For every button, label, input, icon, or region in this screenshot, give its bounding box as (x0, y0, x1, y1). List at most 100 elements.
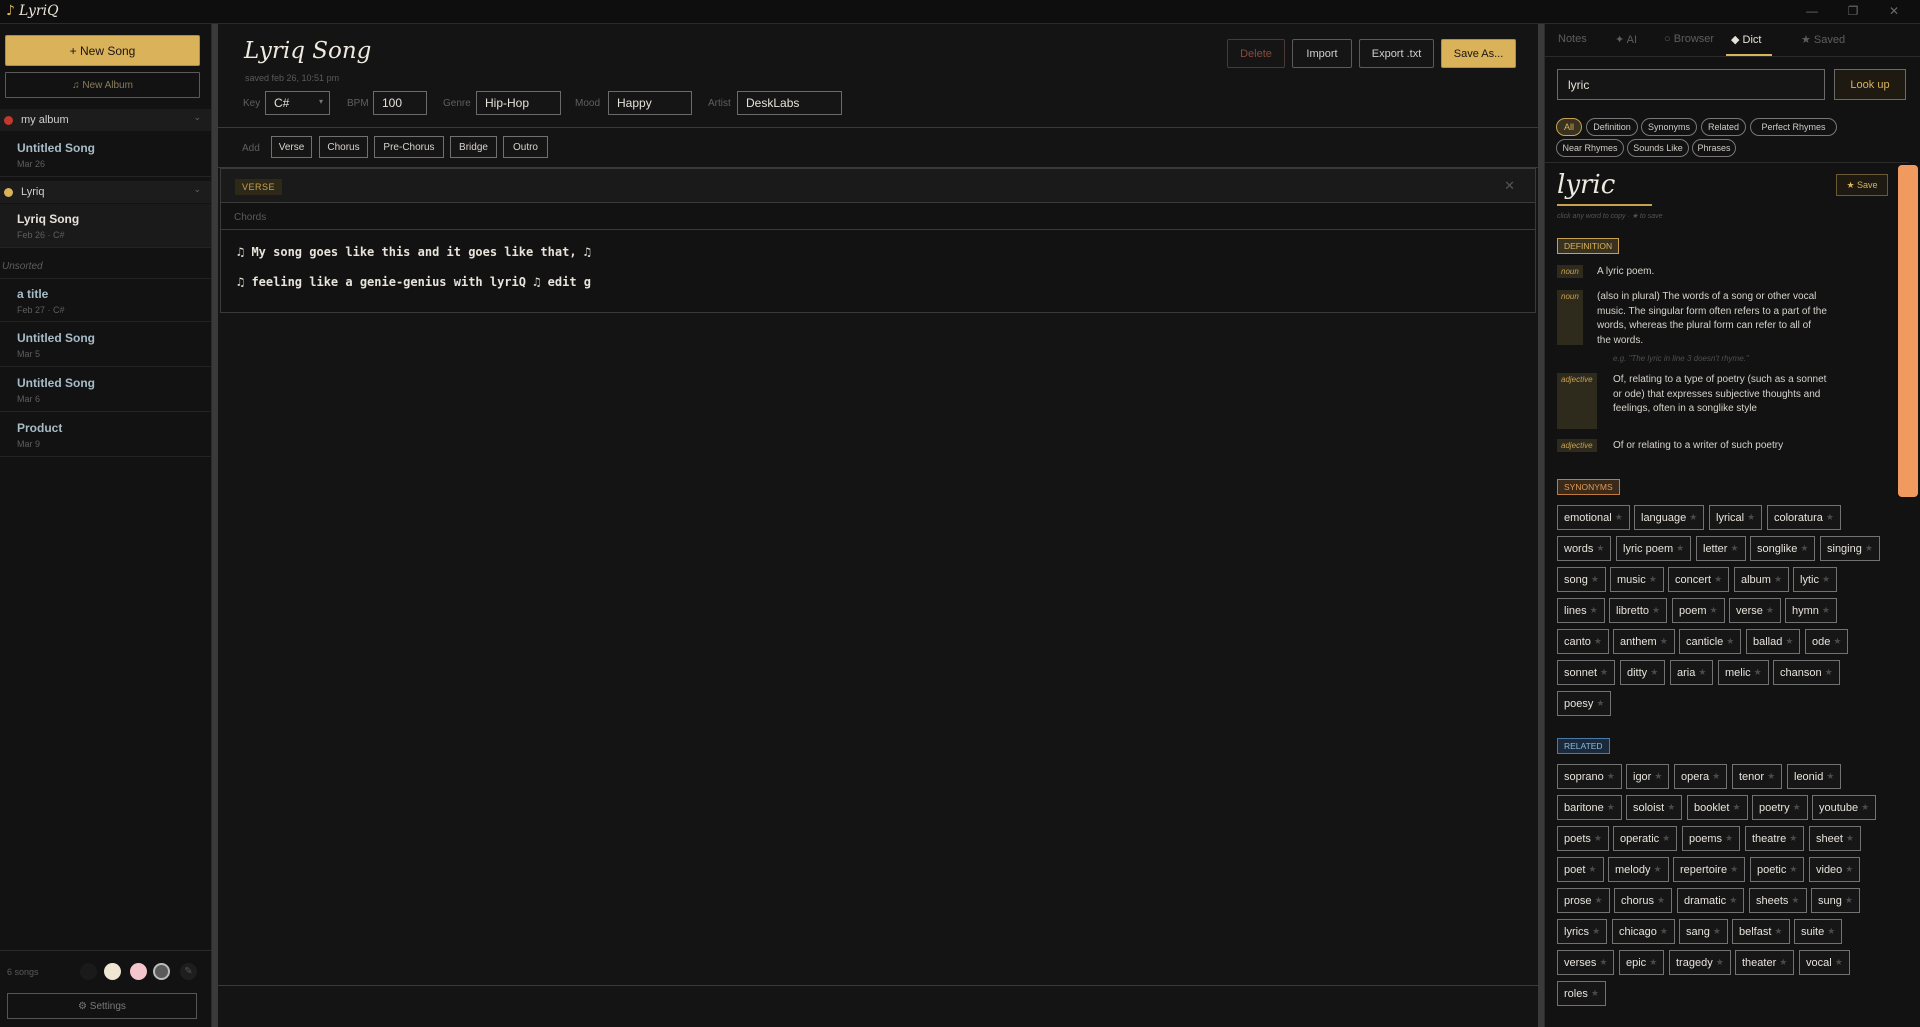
song-item[interactable]: Untitled Song Mar 5 (0, 323, 211, 367)
star-icon[interactable]: ★ (1660, 636, 1668, 647)
delete-button[interactable]: Delete (1227, 39, 1285, 68)
minimize-button[interactable]: — (1803, 2, 1821, 20)
definition-text[interactable]: (also in plural) The words of a song or … (1597, 290, 1827, 348)
close-window-button[interactable]: ✕ (1885, 2, 1903, 20)
related-chip[interactable]: video ★ (1809, 857, 1861, 882)
star-icon[interactable]: ★ (1595, 895, 1603, 906)
synonym-chip[interactable]: lyrical ★ (1709, 505, 1763, 530)
related-chip[interactable]: verses ★ (1557, 950, 1615, 975)
related-chip[interactable]: repertoire ★ (1673, 857, 1746, 882)
definition-text[interactable]: Of, relating to a type of poetry (such a… (1613, 373, 1838, 417)
mood-input[interactable]: Happy (608, 91, 692, 115)
star-icon[interactable]: ★ (1766, 605, 1774, 616)
star-icon[interactable]: ★ (1712, 771, 1720, 782)
synonym-chip[interactable]: album ★ (1734, 567, 1790, 592)
tab-dict[interactable]: ◆ Dict (1731, 33, 1761, 46)
related-chip[interactable]: poetry ★ (1752, 795, 1808, 820)
synonym-chip[interactable]: coloratura ★ (1767, 505, 1841, 530)
star-icon[interactable]: ★ (1822, 605, 1830, 616)
synonym-chip[interactable]: letter ★ (1696, 536, 1746, 561)
look-up-button[interactable]: Look up (1834, 69, 1906, 100)
star-icon[interactable]: ★ (1826, 512, 1834, 523)
star-icon[interactable]: ★ (1600, 667, 1608, 678)
bpm-input[interactable]: 100 (373, 91, 427, 115)
star-icon[interactable]: ★ (1698, 667, 1706, 678)
filter-sounds-like[interactable]: Sounds Like (1627, 139, 1689, 157)
related-chip[interactable]: dramatic ★ (1677, 888, 1745, 913)
chords-input[interactable]: Chords (221, 203, 1535, 230)
star-icon[interactable]: ★ (1785, 636, 1793, 647)
export-txt-button[interactable]: Export .txt (1359, 39, 1434, 68)
star-icon[interactable]: ★ (1615, 512, 1623, 523)
song-item-selected[interactable]: Lyriq Song Feb 26 · C# (0, 204, 211, 248)
star-icon[interactable]: ★ (1660, 926, 1668, 937)
star-icon[interactable]: ★ (1596, 543, 1604, 554)
theme-swatch[interactable] (130, 963, 147, 980)
synonym-chip[interactable]: emotional ★ (1557, 505, 1630, 530)
chevron-down-icon[interactable]: ⌄ (193, 184, 201, 195)
related-chip[interactable]: operatic ★ (1613, 826, 1678, 851)
star-icon[interactable]: ★ (1835, 957, 1843, 968)
synonym-chip[interactable]: sonnet ★ (1557, 660, 1616, 685)
related-chip[interactable]: melody ★ (1608, 857, 1669, 882)
related-chip[interactable]: sang ★ (1679, 919, 1728, 944)
related-chip[interactable]: chorus ★ (1614, 888, 1673, 913)
star-icon[interactable]: ★ (1747, 512, 1755, 523)
synonym-chip[interactable]: song ★ (1557, 567, 1606, 592)
synonym-chip[interactable]: words ★ (1557, 536, 1612, 561)
related-chip[interactable]: sheets ★ (1749, 888, 1807, 913)
star-icon[interactable]: ★ (1710, 605, 1718, 616)
star-icon[interactable]: ★ (1779, 957, 1787, 968)
star-icon[interactable]: ★ (1726, 636, 1734, 647)
star-icon[interactable]: ★ (1716, 957, 1724, 968)
star-icon[interactable]: ★ (1607, 802, 1615, 813)
synonym-chip[interactable]: verse ★ (1729, 598, 1781, 623)
synonym-chip[interactable]: canticle ★ (1679, 629, 1742, 654)
filter-near-rhymes[interactable]: Near Rhymes (1556, 139, 1624, 157)
related-chip[interactable]: prose ★ (1557, 888, 1610, 913)
star-icon[interactable]: ★ (1676, 543, 1684, 554)
star-icon[interactable]: ★ (1596, 698, 1604, 709)
close-icon[interactable]: ✕ (1504, 178, 1515, 194)
star-icon[interactable]: ★ (1754, 667, 1762, 678)
star-icon[interactable]: ★ (1591, 988, 1599, 999)
filter-definition[interactable]: Definition (1586, 118, 1638, 136)
synonym-chip[interactable]: canto ★ (1557, 629, 1609, 654)
song-item[interactable]: Product Mar 9 (0, 413, 211, 457)
related-chip[interactable]: suite ★ (1794, 919, 1843, 944)
star-icon[interactable]: ★ (1689, 512, 1697, 523)
related-chip[interactable]: baritone ★ (1557, 795, 1622, 820)
related-chip[interactable]: theater ★ (1735, 950, 1795, 975)
chevron-down-icon[interactable]: ⌄ (193, 112, 201, 123)
star-icon[interactable]: ★ (1594, 833, 1602, 844)
tab-ai[interactable]: ✦ AI (1615, 33, 1637, 46)
star-icon[interactable]: ★ (1730, 543, 1738, 554)
related-chip[interactable]: poetic ★ (1750, 857, 1805, 882)
star-icon[interactable]: ★ (1789, 864, 1797, 875)
related-chip[interactable]: soloist ★ (1626, 795, 1683, 820)
star-icon[interactable]: ★ (1732, 802, 1740, 813)
tab-browser[interactable]: ○ Browser (1664, 33, 1714, 45)
star-icon[interactable]: ★ (1789, 833, 1797, 844)
key-select[interactable]: C# ▾ (265, 91, 330, 115)
genre-input[interactable]: Hip-Hop (476, 91, 561, 115)
definition-text[interactable]: A lyric poem. (1597, 265, 1827, 280)
related-chip[interactable]: opera ★ (1674, 764, 1728, 789)
related-chip[interactable]: belfast ★ (1732, 919, 1790, 944)
synonym-chip[interactable]: libretto ★ (1609, 598, 1668, 623)
synonym-chip[interactable]: chanson ★ (1773, 660, 1840, 685)
synonym-chip[interactable]: hymn ★ (1785, 598, 1837, 623)
new-song-button[interactable]: + New Song (5, 35, 200, 66)
dictionary-search-input[interactable]: lyric (1557, 69, 1825, 100)
tab-saved[interactable]: ★ Saved (1801, 33, 1845, 46)
star-icon[interactable]: ★ (1791, 895, 1799, 906)
related-chip[interactable]: poet ★ (1557, 857, 1604, 882)
synonym-chip[interactable]: language ★ (1634, 505, 1705, 530)
star-icon[interactable]: ★ (1588, 864, 1596, 875)
star-icon[interactable]: ★ (1774, 574, 1782, 585)
related-chip[interactable]: vocal ★ (1799, 950, 1850, 975)
star-icon[interactable]: ★ (1654, 771, 1662, 782)
synonym-chip[interactable]: ditty ★ (1620, 660, 1666, 685)
star-icon[interactable]: ★ (1662, 833, 1670, 844)
related-chip[interactable]: epic ★ (1619, 950, 1665, 975)
